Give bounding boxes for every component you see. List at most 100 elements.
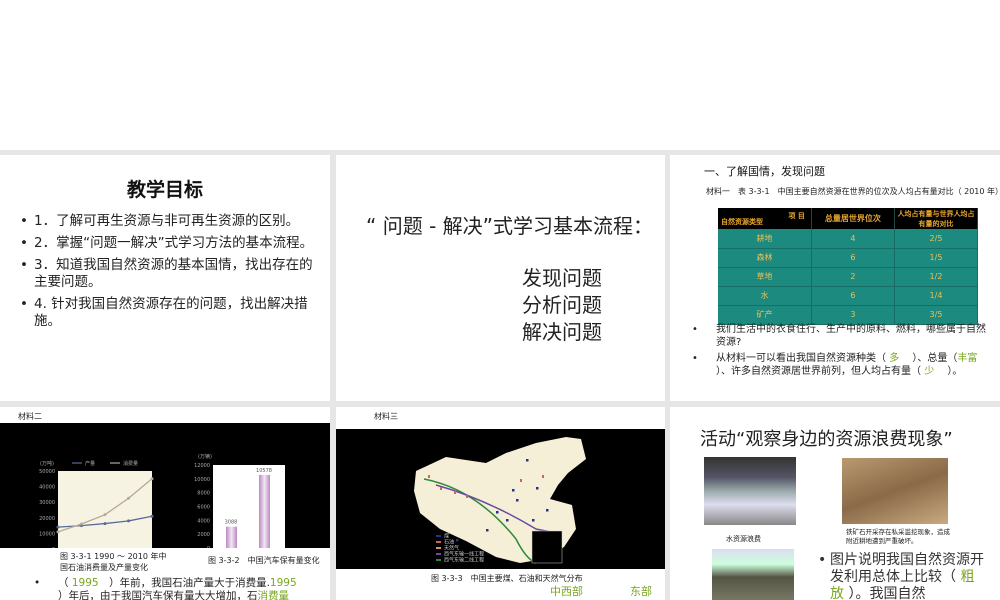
photo-caption: 水资源浪费 <box>726 535 761 543</box>
diagonal-header: 项 目 自然资源类型 <box>718 208 812 229</box>
data-point <box>127 519 130 523</box>
material-label: 材料三 <box>374 412 398 421</box>
bullet-text: ）、总量（ <box>912 353 958 364</box>
table-row: 草地 2 1/2 <box>718 267 979 287</box>
y-tick-label: 8000 <box>197 491 210 497</box>
answer-text: 丰富 <box>957 353 978 364</box>
steps-list: 发现问题 分析问题 解决问题 <box>522 265 602 346</box>
bullet-text: （ <box>58 577 69 589</box>
list-item: 1．了解可再生资源与非可再生资源的区别。 <box>20 213 320 230</box>
table-cell: 草地 <box>718 267 812 287</box>
oil-marker <box>428 475 430 478</box>
slide-national-situation[interactable]: 一、了解国情，发现问题 材料一 表 3-3-1 中国主要自然资源在世界的位次及人… <box>670 155 1000 401</box>
bar <box>259 474 270 548</box>
y-tick-label: 12000 <box>194 463 210 469</box>
mining-photo <box>842 458 948 524</box>
oil-marker <box>454 491 456 494</box>
legend-swatch <box>436 547 441 549</box>
data-point <box>150 514 154 518</box>
table-cell: 6 <box>811 248 895 268</box>
bullet-2: • 从材料一可以看出我国自然资源种类（ 多 ）、总量（丰富 ）、许多自然资源居世界… <box>692 353 978 377</box>
list-item: 4. 针对我国自然资源存在的问题，找出解决措施。 <box>20 296 320 330</box>
answer-text: 1995 <box>269 577 297 589</box>
coal-marker <box>526 459 529 462</box>
caption-text: 表 3-3-1 中国主要自然资源在世界的位次及人均占有量对比（ 2010 年） <box>738 187 1000 196</box>
bullet-text: 从材料一可以看出我国自然资源种类（ <box>716 353 886 364</box>
coal-marker <box>516 499 519 502</box>
legend-label: 煤 <box>444 533 449 540</box>
legend-label: 产量 <box>85 460 95 467</box>
coal-marker <box>532 519 535 522</box>
list-item: 解决问题 <box>522 320 602 344</box>
header-label: 项 目 <box>788 212 805 220</box>
legend-swatch <box>436 559 441 561</box>
data-point <box>127 496 130 500</box>
coal-marker <box>456 539 459 542</box>
coal-marker <box>512 489 515 492</box>
y-axis-label: (万辆) <box>198 453 212 460</box>
y-tick-label: 0 <box>52 547 55 548</box>
bar-data-label: 3088 <box>225 520 238 526</box>
answer-text: 东部 <box>630 585 652 598</box>
bullet-text: ）、许多自然资源居世界前列，但人均占有量（ <box>716 366 921 377</box>
legend-label: 西气东输二线工程 <box>444 557 484 564</box>
slide-learning-flow[interactable]: “ 问题 - 解决”式学习基本流程： 发现问题 分析问题 解决问题 <box>336 155 665 401</box>
data-point <box>56 530 60 534</box>
slide-title: “ 问题 - 解决”式学习基本流程： <box>366 214 654 238</box>
y-tick-label: 30000 <box>39 500 55 506</box>
y-tick-label: 6000 <box>197 505 210 511</box>
bullet-waste: • 图片说明我国自然资源开发利用总体上比较（ 粗放 ）。我国自然 <box>818 552 984 600</box>
bullet-text: ）。我国自然 <box>848 586 926 600</box>
bullet-1: • 我们生活中的衣食住行、生产中的原料、燃料，哪些属于自然资源? <box>692 323 992 349</box>
south-sea-inset <box>531 530 563 564</box>
figure-caption: 图 3-3-2 中国汽车保有量变化 <box>208 556 320 565</box>
resource-table: 项 目 自然资源类型 总量居世界位次 人均占有量与世界人均占有量的对比 耕地 4 2… <box>718 208 979 325</box>
legend-swatch <box>436 541 441 543</box>
bullet-text: ）年后，由于我国汽车保有量大大增加，石 <box>58 590 258 600</box>
slide-resource-waste[interactable]: 活动“观察身边的资源浪费现象” 水资源浪费 铁矿石开采存在私采滥挖现象，造成附近… <box>670 407 1000 600</box>
data-point <box>103 522 107 526</box>
bullet-text: ）。 <box>947 366 963 377</box>
data-point <box>150 477 154 481</box>
y-tick-label: 10000 <box>194 477 210 483</box>
answer-text: 少 <box>924 366 935 377</box>
slide-material-two[interactable]: 材料二 010000200003000040000500001990199520… <box>0 407 330 600</box>
y-tick-label: 4000 <box>197 518 210 524</box>
data-point <box>56 525 60 529</box>
slide-teaching-goals[interactable]: 教学目标 1．了解可再生资源与非可再生资源的区别。 2．掌握“问题一解决”式学习… <box>0 155 330 401</box>
table-cell: 6 <box>811 286 895 306</box>
line-plot-area <box>58 471 152 549</box>
table-row: 水 6 1/4 <box>718 286 979 306</box>
map-panel: 煤石油 天然气 西气东输一线工程 西气东输二线工程 <box>336 429 665 569</box>
answer-text: 1995 <box>71 577 99 589</box>
answer-text: 中西部 <box>550 585 583 598</box>
bullet-text: 我们生活中的衣食住行、生产中的原料、燃料，哪些属于自然资源? <box>716 324 986 348</box>
charts-panel: 0100002000030000400005000019901995200020… <box>0 423 330 560</box>
bar-data-label: 10578 <box>256 468 272 474</box>
table-row: 矿产 3 3/5 <box>718 305 979 325</box>
grazing-photo <box>712 549 794 600</box>
header-label: 自然资源类型 <box>721 218 763 226</box>
y-tick-label: 10000 <box>39 531 55 537</box>
oil-line-chart: 0100002000030000400005000019901995200020… <box>39 453 296 560</box>
bullet-text: ）年前，我国石油产量大于消费量. <box>109 577 270 589</box>
slide-heading: 一、了解国情，发现问题 <box>704 165 825 178</box>
figure-caption: 图 3-3-1 1990 ～ 2010 年中国石油消费量及产量变化 <box>60 552 167 572</box>
slide-material-three[interactable]: 材料三 煤石油 天然气 西气东输一线工程 西气东输二线工程 图 3-3-3 中国主要煤… <box>336 407 665 600</box>
bullet-oil: • （ 1995 ）年前，我国石油产量大于消费量.1995 ）年后，由于我国汽车保有… <box>34 577 297 600</box>
blank-header-area <box>0 0 1000 150</box>
y-tick-label: 2000 <box>197 532 210 538</box>
list-item: 发现问题 <box>522 266 602 290</box>
table-cell: 1/4 <box>894 286 979 306</box>
slide-title: 教学目标 <box>126 179 203 201</box>
oil-marker <box>520 479 522 482</box>
coal-marker <box>536 487 539 490</box>
legend-label: 石油 <box>444 539 454 546</box>
bar <box>226 526 237 548</box>
photo-caption: 铁矿石开采存在私采滥挖现象，造成附近耕地遭到严重破坏。 <box>846 528 950 545</box>
y-axis-label: (万吨) <box>40 460 54 467</box>
table-cell: 1/5 <box>894 248 979 268</box>
y-tick-label: 40000 <box>39 485 55 491</box>
list-item: 2．掌握“问题一解决”式学习方法的基本流程。 <box>20 235 320 252</box>
column-header: 总量居世界位次 <box>811 208 895 229</box>
